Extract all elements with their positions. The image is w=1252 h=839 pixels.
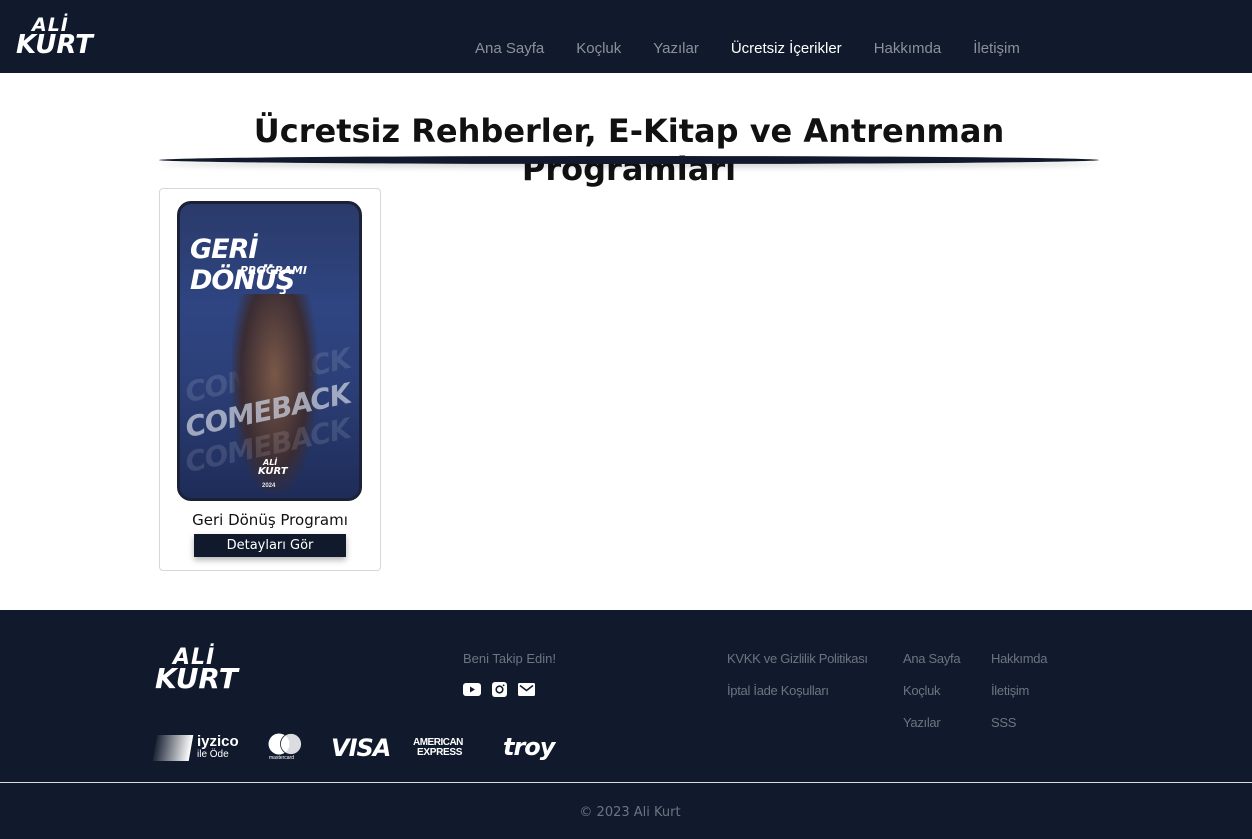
site-footer: ALİ KURT Beni Takip Edin! KVKK ve Gizlil… (0, 610, 1252, 839)
nav-item-contact[interactable]: İletişim (973, 40, 1020, 57)
social-links (463, 681, 544, 697)
cover-year: 2024 (262, 483, 276, 489)
cover-logo: ALİ KURT (258, 459, 288, 477)
content-card: GERİ DÖNÜŞ PROGRAMI COMEBACK COMEBACK CO… (159, 188, 381, 571)
follow-label: Beni Takip Edin! (463, 651, 556, 666)
footer-link-about[interactable]: Hakkımda (991, 651, 1047, 666)
amex-logo: AMERICAN EXPRESS (413, 737, 477, 761)
main-nav: Ana Sayfa Koçluk Yazılar Ücretsiz İçerik… (459, 40, 1036, 57)
title-underline (159, 156, 1099, 164)
footer-link-contact[interactable]: İletişim (991, 683, 1029, 698)
card-title: Geri Dönüş Programı (192, 511, 348, 529)
nav-item-home[interactable]: Ana Sayfa (475, 40, 544, 57)
mastercard-text: mastercard (269, 755, 295, 761)
nav-item-about[interactable]: Hakkımda (874, 40, 942, 57)
footer-logo[interactable]: ALİ KURT (155, 647, 238, 693)
copyright-text: © 2023 Ali Kurt (579, 805, 681, 820)
logo-line2: KURT (16, 30, 93, 60)
youtube-icon[interactable] (463, 681, 481, 697)
nav-item-coaching[interactable]: Koçluk (576, 40, 621, 57)
mastercard-logo: mastercard (267, 733, 305, 763)
site-logo[interactable]: ALİ KURT (16, 16, 93, 60)
cover-subtitle: PROGRAMI (240, 264, 307, 277)
logo-line2: KURT (155, 662, 238, 695)
footer-link-kvkk[interactable]: KVKK ve Gizlilik Politikası (727, 651, 868, 666)
cover-logo-line2: KURT (258, 466, 288, 477)
mastercard-circles (268, 733, 302, 755)
email-icon[interactable] (517, 681, 535, 697)
footer-divider (0, 782, 1252, 783)
details-button[interactable]: Detayları Gör (194, 534, 346, 557)
visa-logo: VISA (331, 734, 391, 762)
card-cover-image[interactable]: GERİ DÖNÜŞ PROGRAMI COMEBACK COMEBACK CO… (177, 201, 362, 501)
iyzico-swoosh (152, 735, 194, 761)
page-title: Ücretsiz Rehberler, E-Kitap ve Antrenman… (253, 112, 1005, 188)
amex-line2: EXPRESS (417, 747, 463, 758)
footer-link-articles[interactable]: Yazılar (903, 715, 941, 730)
footer-link-coaching[interactable]: Koçluk (903, 683, 941, 698)
site-header: ALİ KURT Ana Sayfa Koçluk Yazılar Ücrets… (0, 0, 1252, 73)
nav-item-articles[interactable]: Yazılar (653, 40, 699, 57)
nav-item-free-content[interactable]: Ücretsiz İçerikler (731, 40, 842, 57)
payment-logos: iyzico ile Öde mastercard VISA AMERICAN … (152, 733, 565, 763)
footer-link-faq[interactable]: SSS (991, 715, 1016, 730)
troy-logo: troy (503, 733, 555, 761)
iyzico-logo: iyzico ile Öde (152, 733, 245, 763)
instagram-icon[interactable] (490, 681, 508, 697)
footer-link-refund[interactable]: İptal İade Koşulları (727, 683, 829, 698)
iyzico-text: iyzico (197, 733, 239, 750)
footer-link-home[interactable]: Ana Sayfa (903, 651, 961, 666)
iyzico-subtext: ile Öde (197, 749, 229, 760)
